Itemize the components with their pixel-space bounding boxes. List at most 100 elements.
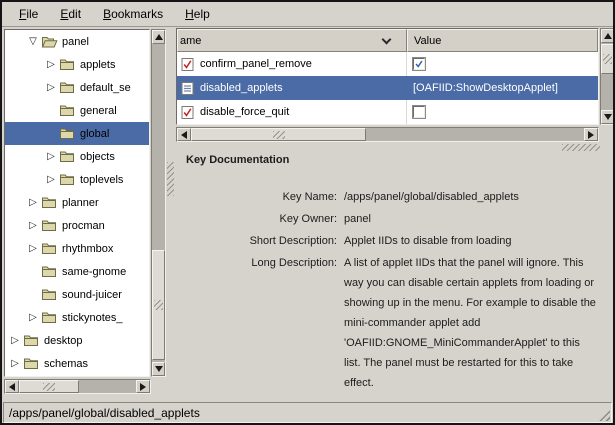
down-arrow-icon [155,366,163,372]
tree-horizontal-scrollbar[interactable] [4,379,151,394]
scroll-right-button[interactable] [136,380,150,393]
folder-icon [59,127,79,140]
tree-item-sound-juicer[interactable]: sound-juicer [5,283,149,306]
tree-item-stickynotes_[interactable]: ▷stickynotes_ [5,306,149,329]
right-arrow-icon [140,383,146,391]
tree-item-label: general [79,105,117,117]
column-header-value[interactable]: Value [407,29,598,52]
tree-item-procman[interactable]: ▷procman [5,214,149,237]
up-arrow-icon [604,33,612,39]
tree-item-global[interactable]: global [5,122,149,145]
scroll-down-button[interactable] [152,362,165,376]
table-vertical-scrollbar[interactable] [600,28,615,125]
sort-chevron-icon[interactable] [382,34,392,44]
tree-item-schemas[interactable]: ▷ schemas [5,352,149,375]
scroll-up-button[interactable] [601,29,614,43]
tree-item-same-gnome[interactable]: same-gnome [5,260,149,283]
left-arrow-icon [9,383,15,391]
doc-field: Key Owner:panel [176,209,612,229]
tree-item-objects[interactable]: ▷objects [5,145,149,168]
expander-closed-icon[interactable]: ▷ [25,244,41,254]
thumb-grip-icon [603,54,612,64]
folder-icon [41,219,61,232]
table-row-disabled_applets[interactable]: disabled_applets [OAFIID:ShowDesktopApple… [177,76,598,100]
folder-icon [41,265,61,278]
tree-item-panel[interactable]: ▽ panel [5,30,149,53]
folder-icon [59,173,79,186]
expander-closed-icon[interactable]: ▷ [25,313,41,323]
tree-item-label: schemas [43,358,88,370]
thumb-grip-icon [43,383,55,391]
doc-field-value: Applet IIDs to disable from loading [344,231,596,251]
menu-bookmarks[interactable]: Bookmarks [94,4,172,24]
right-arrow-icon [588,131,594,139]
menu-file[interactable]: File [10,4,47,24]
scroll-right-button[interactable] [584,128,598,141]
scrollbar-thumb[interactable] [601,44,614,74]
folder-icon [41,311,61,324]
doc-field-label: Long Description: [176,253,344,393]
doc-field: Key Name:/apps/panel/global/disabled_app… [176,187,612,207]
down-arrow-icon [604,114,612,120]
expander-closed-icon[interactable]: ▷ [25,198,41,208]
expander-closed-icon[interactable]: ▷ [43,83,59,93]
tree-item-label: applets [79,59,115,71]
menu-edit[interactable]: Edit [51,4,90,24]
scrollbar-thumb[interactable] [19,380,79,393]
column-header-name[interactable]: ame [177,29,407,52]
scrollbar-thumb[interactable] [191,128,366,141]
table-body: confirm_panel_remove disabled_applets [OAF… [177,52,598,124]
menu-help[interactable]: Help [176,4,219,24]
tree-item-label: toplevels [79,174,123,186]
expander-open-icon[interactable]: ▽ [25,37,41,47]
horizontal-pane-splitter[interactable] [562,144,600,151]
tree-item-applets[interactable]: ▷ applets [5,53,149,76]
tree-item-label: panel [61,36,89,48]
tree-item-label: same-gnome [61,266,126,278]
scroll-up-button[interactable] [152,30,165,44]
table-horizontal-scrollbar[interactable] [176,127,599,142]
expander-closed-icon[interactable]: ▷ [7,336,23,346]
expander-closed-icon[interactable]: ▷ [7,359,23,369]
config-tree[interactable]: ▽ panel ▷ applets ▷ default_segeneral global▷o… [4,29,150,377]
column-header-name-label: ame [180,35,201,47]
doc-field-value: /apps/panel/global/disabled_applets [344,187,596,207]
scrollbar-thumb[interactable] [152,250,165,360]
resize-grip-icon[interactable] [595,406,610,421]
tree-item-desktop[interactable]: ▷desktop [5,329,149,352]
key-name-label: disabled_applets [200,82,283,94]
expander-closed-icon[interactable]: ▷ [43,152,59,162]
vertical-pane-splitter[interactable] [167,162,174,196]
table-row-disable_force_quit[interactable]: disable_force_quit [177,100,598,124]
scroll-down-button[interactable] [601,110,614,124]
doc-field: Long Description:A list of applet IIDs t… [176,253,612,393]
tree-item-rhythmbox[interactable]: ▷rhythmbox [5,237,149,260]
status-bar: /apps/panel/global/disabled_applets [3,402,612,423]
doc-field: Short Description:Applet IIDs to disable… [176,231,612,251]
scroll-left-button[interactable] [5,380,19,393]
tree-item-general[interactable]: general [5,99,149,122]
thumb-grip-icon [154,300,163,310]
checkbox-checked[interactable] [413,58,425,70]
folder-icon [23,334,43,347]
tree-item-toplevels[interactable]: ▷ toplevels [5,168,149,191]
folder-icon [59,58,79,71]
key-value-cell: [OAFIID:ShowDesktopApplet] [407,76,598,100]
expander-closed-icon[interactable]: ▷ [43,175,59,185]
tree-item-default_se[interactable]: ▷ default_se [5,76,149,99]
table-header: ame Value [177,29,598,52]
up-arrow-icon [155,34,163,40]
expander-closed-icon[interactable]: ▷ [43,60,59,70]
checkbox-unchecked[interactable] [413,106,425,118]
left-arrow-icon [181,131,187,139]
expander-closed-icon[interactable]: ▷ [25,221,41,231]
scroll-left-button[interactable] [177,128,191,141]
tree-item-planner[interactable]: ▷planner [5,191,149,214]
table-row-confirm_panel_remove[interactable]: confirm_panel_remove [177,52,598,76]
key-value-text: [OAFIID:ShowDesktopApplet] [413,82,558,94]
folder-icon [59,150,79,163]
tree-item-label: default_se [79,82,131,94]
column-header-value-label: Value [414,35,441,47]
doc-field-label: Key Name: [176,187,344,207]
tree-vertical-scrollbar[interactable] [151,29,166,377]
